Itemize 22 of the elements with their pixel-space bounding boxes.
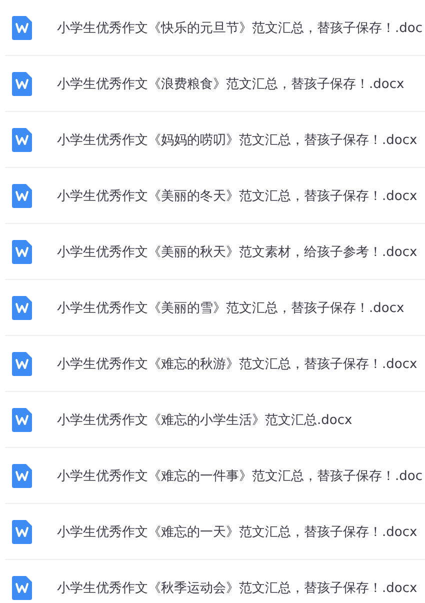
word-document-icon [12, 16, 32, 40]
file-name[interactable]: 小学生优秀作文《妈妈的唠叨》范文汇总，替孩子保存！.docx [57, 130, 418, 148]
file-name[interactable]: 小学生优秀作文《难忘的一天》范文汇总，替孩子保存！.docx [57, 522, 418, 540]
file-name[interactable]: 小学生优秀作文《美丽的秋天》范文素材，给孩子参考！.docx [57, 242, 418, 260]
word-document-icon [12, 184, 32, 208]
file-name[interactable]: 小学生优秀作文《美丽的雪》范文汇总，替孩子保存！.docx [57, 298, 404, 316]
word-document-icon [12, 520, 32, 544]
file-name[interactable]: 小学生优秀作文《美丽的冬天》范文汇总，替孩子保存！.docx [57, 186, 418, 204]
file-name[interactable]: 小学生优秀作文《难忘的小学生活》范文汇总.docx [57, 410, 352, 428]
word-document-icon [12, 296, 32, 320]
word-document-icon [12, 240, 32, 264]
word-document-icon [12, 128, 32, 152]
file-name[interactable]: 小学生优秀作文《秋季运动会》范文汇总，替孩子保存！.docx [57, 578, 418, 596]
word-document-icon [12, 464, 32, 488]
file-name[interactable]: 小学生优秀作文《难忘的一件事》范文汇总，替孩子保存！.doc [57, 466, 422, 484]
word-document-icon [12, 72, 32, 96]
file-name[interactable]: 小学生优秀作文《难忘的秋游》范文汇总，替孩子保存！.docx [57, 354, 418, 372]
word-document-icon [12, 576, 32, 600]
file-name[interactable]: 小学生优秀作文《浪费粮食》范文汇总，替孩子保存！.docx [57, 74, 404, 92]
file-name[interactable]: 小学生优秀作文《快乐的元旦节》范文汇总，替孩子保存！.doc [57, 18, 422, 36]
word-document-icon [12, 352, 32, 376]
word-document-icon [12, 408, 32, 432]
